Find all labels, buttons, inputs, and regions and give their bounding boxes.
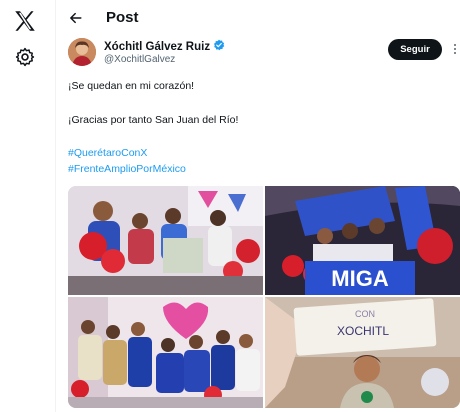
hashtag-link[interactable]: #QuerétaroConX: [68, 147, 147, 159]
author-row: Xóchitl Gálvez Ruiz @XochitlGalvez Segui…: [68, 38, 460, 72]
post-header: Post: [56, 0, 460, 36]
photo-woman-holding-sign[interactable]: CON XOCHITL: [265, 297, 460, 408]
follow-button[interactable]: Seguir: [388, 39, 442, 60]
banner-text: MIGA: [331, 266, 389, 291]
post-text-line-2: ¡Gracias por tanto San Juan del Río!: [68, 114, 239, 126]
svg-text:CON: CON: [355, 309, 375, 319]
avatar[interactable]: [68, 38, 96, 66]
left-nav-rail: [0, 0, 56, 412]
photo-women-with-heart-balloons[interactable]: [68, 186, 263, 295]
page-title: Post: [106, 9, 139, 26]
photo-crowd-with-amiga-banner[interactable]: MIGA: [265, 186, 460, 295]
author-display-name[interactable]: Xóchitl Gálvez Ruiz: [104, 41, 210, 53]
hashtag-link[interactable]: #FrenteAmplioPorMéxico: [68, 163, 186, 175]
gear-icon[interactable]: [14, 46, 36, 68]
arrow-left-icon[interactable]: [66, 8, 86, 28]
photo-group-in-blue-shirts[interactable]: [68, 297, 263, 408]
x-logo-icon[interactable]: [12, 8, 38, 34]
author-handle[interactable]: @XochitlGalvez: [104, 54, 175, 65]
media-grid: MIGA CON XOCHITL: [68, 186, 460, 408]
sign-text: XOCHITL: [337, 324, 389, 338]
verified-badge-icon: [213, 38, 225, 56]
post-text-line-1: ¡Se quedan en mi corazón!: [68, 80, 195, 92]
more-vertical-icon[interactable]: [448, 41, 460, 57]
